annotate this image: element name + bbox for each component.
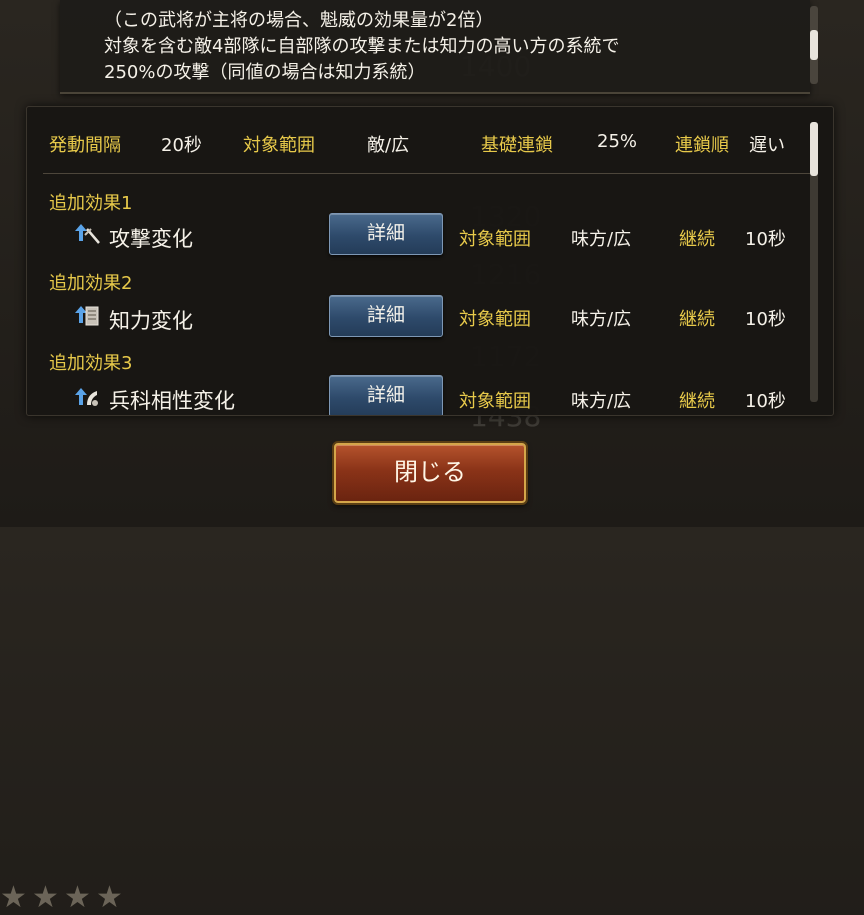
effect-duration-value: 10秒 — [745, 391, 786, 412]
star-icon: ★ — [32, 880, 59, 915]
scrollbar-thumb[interactable] — [810, 122, 818, 176]
chain-order-label: 連鎖順 — [675, 135, 729, 156]
star-icon: ★ — [0, 880, 27, 915]
star-icon: ★ — [96, 880, 123, 915]
range-label: 対象範囲 — [243, 135, 315, 156]
skill-description: （この武将が主将の場合、魁威の効果量が2倍） 対象を含む敵4部隊に自部隊の攻撃ま… — [104, 8, 619, 86]
detail-button[interactable]: 詳細 — [329, 213, 443, 255]
interval-label: 発動間隔 — [49, 135, 121, 156]
chain-label: 基礎連鎖 — [481, 135, 553, 156]
rarity-stars: ★ ★ ★ ★ — [0, 420, 160, 915]
detail-button[interactable]: 詳細 — [329, 375, 443, 415]
interval-value: 20秒 — [161, 135, 202, 156]
effect-title: 追加効果2 — [49, 273, 133, 294]
detail-scrollbar[interactable] — [810, 122, 818, 402]
effect-range-value: 味方/広 — [571, 391, 632, 412]
chain-value: 25% — [597, 131, 638, 152]
range-value: 敵/広 — [367, 135, 410, 156]
description-line: 250%の攻撃（同値の場合は知力系統） — [104, 62, 426, 83]
effect-duration-label: 継続 — [679, 229, 715, 250]
effect-name: 知力変化 — [109, 309, 193, 333]
effect-title: 追加効果1 — [49, 193, 133, 214]
effect-range-value: 味方/広 — [571, 229, 632, 250]
scrollbar-thumb[interactable] — [810, 30, 818, 60]
unit-affinity-up-icon — [75, 388, 98, 406]
star-icon: ★ — [64, 880, 91, 915]
description-scrollbar[interactable] — [810, 6, 818, 84]
skill-description-panel: （この武将が主将の場合、魁威の効果量が2倍） 対象を含む敵4部隊に自部隊の攻撃ま… — [60, 0, 810, 94]
intellect-up-icon — [75, 306, 99, 326]
skill-stats-row: 発動間隔 20秒 対象範囲 敵/広 基礎連鎖 25% 連鎖順 遅い — [27, 107, 817, 173]
description-line: （この武将が主将の場合、魁威の効果量が2倍） — [104, 10, 494, 31]
effect-duration-value: 10秒 — [745, 309, 786, 330]
effect-title: 追加効果3 — [49, 353, 133, 374]
effect-duration-label: 継続 — [679, 391, 715, 412]
skill-detail-panel: 発動間隔 20秒 対象範囲 敵/広 基礎連鎖 25% 連鎖順 遅い 追加効果1 … — [26, 106, 834, 416]
effect-range-label: 対象範囲 — [459, 391, 531, 412]
effect-range-value: 味方/広 — [571, 309, 632, 330]
effect-duration-value: 10秒 — [745, 229, 786, 250]
effect-name: 兵科相性変化 — [109, 389, 235, 413]
effect-name: 攻撃変化 — [109, 227, 193, 251]
description-line: 対象を含む敵4部隊に自部隊の攻撃または知力の高い方の系統で — [104, 36, 620, 57]
detail-button[interactable]: 詳細 — [329, 295, 443, 337]
effect-duration-label: 継続 — [679, 309, 715, 330]
effect-range-label: 対象範囲 — [459, 309, 531, 330]
attack-up-icon — [75, 224, 100, 244]
close-button[interactable]: 閉じる — [334, 443, 526, 503]
divider — [43, 173, 813, 174]
effect-range-label: 対象範囲 — [459, 229, 531, 250]
chain-order-value: 遅い — [749, 135, 785, 156]
